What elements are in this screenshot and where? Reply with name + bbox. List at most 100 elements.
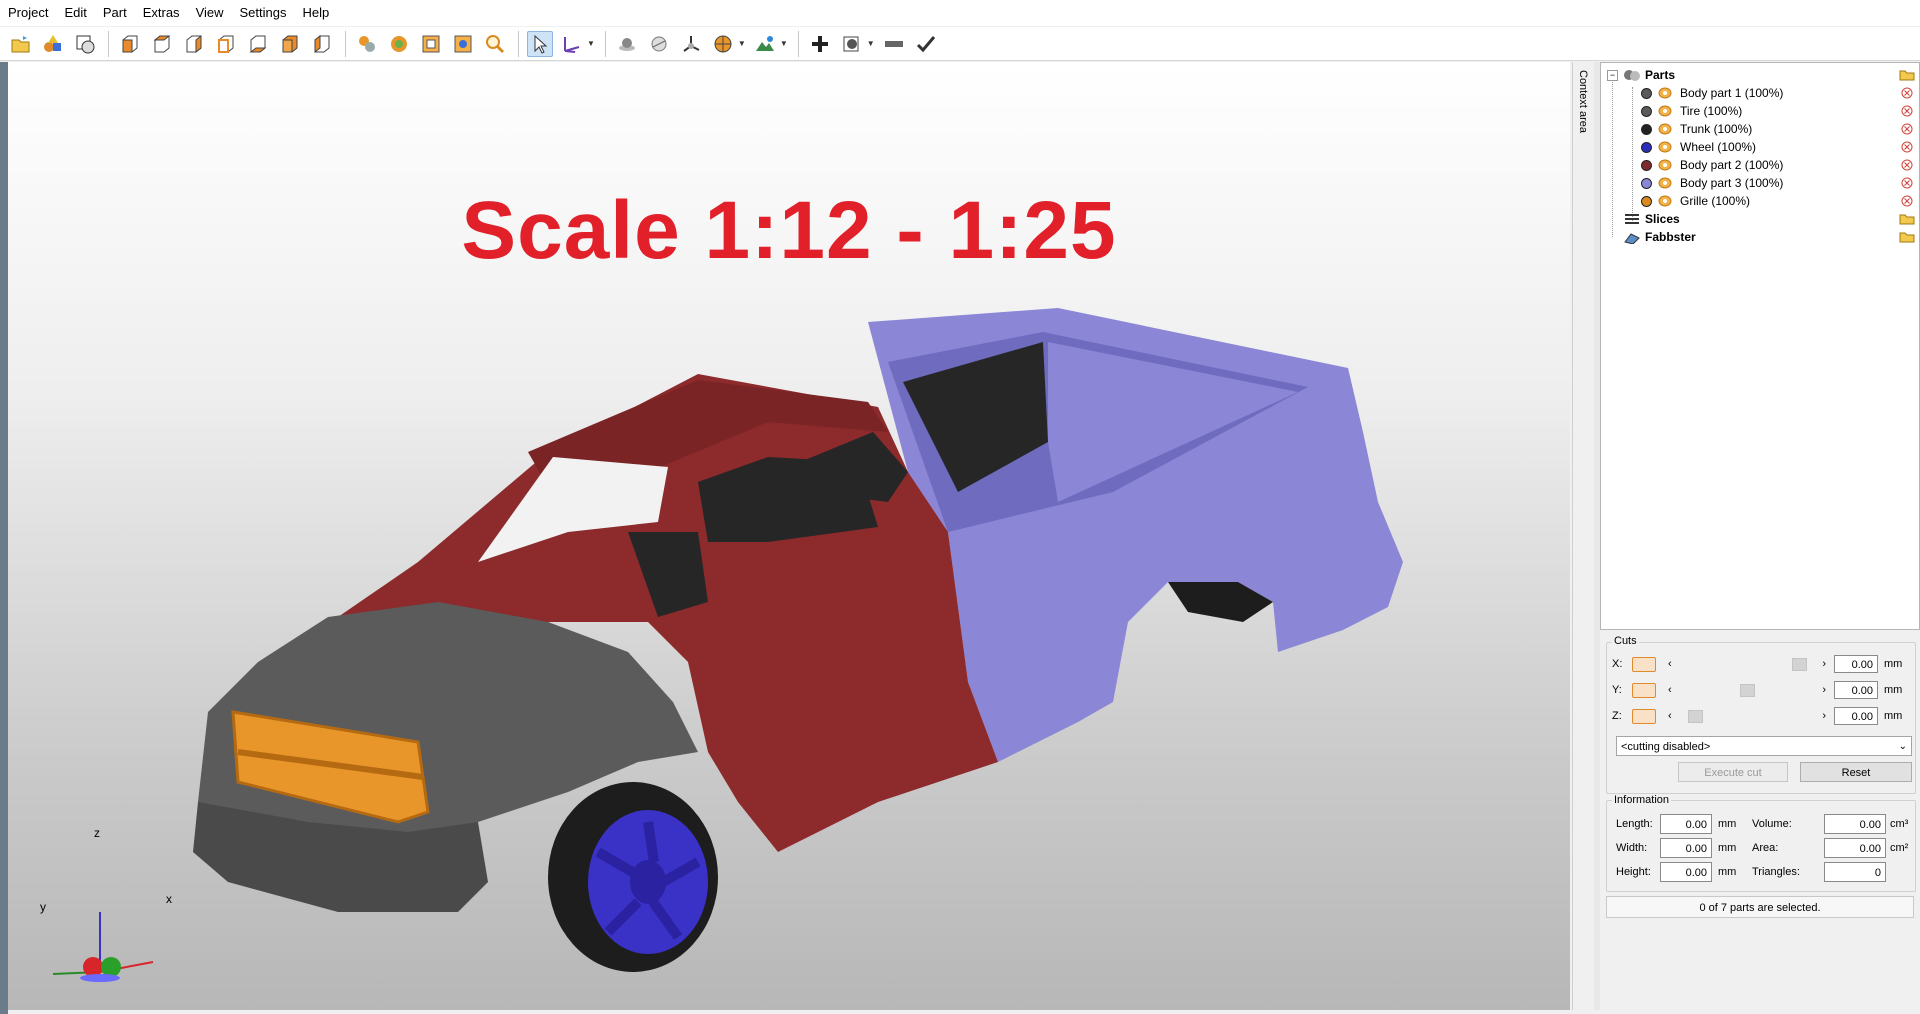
slider-thumb[interactable] <box>1792 658 1807 671</box>
material-icon[interactable] <box>354 31 380 57</box>
view-back-icon[interactable] <box>149 31 175 57</box>
transform-icon[interactable] <box>450 31 476 57</box>
folder-open-icon[interactable] <box>1899 213 1915 225</box>
chevron-down-icon[interactable]: ▼ <box>587 39 595 48</box>
part-color-swatch[interactable] <box>1641 105 1652 117</box>
menu-project[interactable]: Project <box>0 0 56 26</box>
folder-open-icon[interactable] <box>1899 231 1915 243</box>
chevron-down-icon[interactable]: ▼ <box>780 39 788 48</box>
eye-icon[interactable] <box>1658 159 1672 171</box>
add-shapes-icon[interactable] <box>40 31 66 57</box>
slider-right-arrow[interactable]: › <box>1822 658 1826 670</box>
width-field[interactable]: 0.00 <box>1660 838 1712 858</box>
tree-part-item[interactable]: Tire (100%) <box>1641 102 1919 120</box>
3d-viewport[interactable]: Scale 1:12 - 1:25 z x y <box>8 62 1570 1010</box>
remove-icon[interactable] <box>1901 87 1913 99</box>
tree-part-item[interactable]: Body part 2 (100%) <box>1641 156 1919 174</box>
cut-value-field[interactable]: 0.00 <box>1834 681 1878 699</box>
zoom-icon[interactable] <box>482 31 508 57</box>
shading-icon[interactable] <box>646 31 672 57</box>
menu-edit[interactable]: Edit <box>56 0 94 26</box>
length-field[interactable]: 0.00 <box>1660 814 1712 834</box>
remove-icon[interactable] <box>1901 123 1913 135</box>
remove-icon[interactable] <box>1901 105 1913 117</box>
part-color-swatch[interactable] <box>1641 195 1652 207</box>
eye-icon[interactable] <box>1658 87 1672 99</box>
select-icon[interactable] <box>527 30 553 57</box>
cut-value-field[interactable]: 0.00 <box>1834 707 1878 725</box>
cut-slider[interactable]: ‹ › <box>1668 682 1826 698</box>
tree-part-item[interactable]: Body part 3 (100%) <box>1641 174 1919 192</box>
sphere-icon[interactable] <box>614 31 640 57</box>
add-icon[interactable] <box>807 31 833 57</box>
terrain-icon[interactable] <box>752 31 778 57</box>
axes-icon[interactable] <box>678 31 704 57</box>
tree-node-slices[interactable]: Slices <box>1623 210 1919 228</box>
check-icon[interactable] <box>913 31 939 57</box>
slider-thumb[interactable] <box>1740 684 1755 697</box>
slider-right-arrow[interactable]: › <box>1822 710 1826 722</box>
view-iso-icon[interactable] <box>309 31 335 57</box>
measure-icon[interactable] <box>559 31 585 57</box>
chevron-down-icon[interactable]: ▼ <box>867 39 875 48</box>
context-area-tab[interactable]: Context area <box>1572 62 1595 1010</box>
area-field[interactable]: 0.00 <box>1824 838 1886 858</box>
fit-icon[interactable] <box>418 31 444 57</box>
height-field[interactable]: 0.00 <box>1660 862 1712 882</box>
chevron-down-icon[interactable]: ▼ <box>738 39 746 48</box>
tree-node-parts[interactable]: − Parts <box>1607 66 1919 84</box>
remove-icon[interactable] <box>1901 177 1913 189</box>
eye-icon[interactable] <box>1658 177 1672 189</box>
copy-view-icon[interactable] <box>72 31 98 57</box>
view-front-icon[interactable] <box>117 31 143 57</box>
section-icon[interactable] <box>710 31 736 57</box>
eye-icon[interactable] <box>1658 141 1672 153</box>
part-color-swatch[interactable] <box>1641 141 1652 153</box>
tree-part-item[interactable]: Trunk (100%) <box>1641 120 1919 138</box>
remove-icon[interactable] <box>1901 159 1913 171</box>
menu-view[interactable]: View <box>188 0 232 26</box>
remove-icon[interactable] <box>1901 141 1913 153</box>
collapse-icon[interactable]: − <box>1607 69 1618 81</box>
triangles-field[interactable]: 0 <box>1824 862 1886 882</box>
cut-plane-color[interactable] <box>1632 682 1656 698</box>
view-right-icon[interactable] <box>213 31 239 57</box>
cutting-mode-select[interactable]: <cutting disabled> ⌄ <box>1616 736 1912 756</box>
truck-model[interactable] <box>8 62 1570 1010</box>
menu-help[interactable]: Help <box>295 0 338 26</box>
remove-icon[interactable] <box>1901 195 1913 207</box>
open-icon[interactable] <box>8 31 34 57</box>
execute-cut-button[interactable]: Execute cut <box>1678 762 1788 782</box>
menu-settings[interactable]: Settings <box>232 0 295 26</box>
slider-left-arrow[interactable]: ‹ <box>1668 658 1672 670</box>
folder-open-icon[interactable] <box>1899 69 1915 81</box>
part-color-swatch[interactable] <box>1641 123 1652 135</box>
part-color-swatch[interactable] <box>1641 159 1652 171</box>
cut-plane-color[interactable] <box>1632 656 1656 672</box>
view-bottom-icon[interactable] <box>277 31 303 57</box>
cut-plane-color[interactable] <box>1632 708 1656 724</box>
view-left-icon[interactable] <box>181 31 207 57</box>
volume-field[interactable]: 0.00 <box>1824 814 1886 834</box>
cut-slider[interactable]: ‹ › <box>1668 708 1826 724</box>
cut-value-field[interactable]: 0.00 <box>1834 655 1878 673</box>
color-icon[interactable] <box>386 31 412 57</box>
cut-slider[interactable]: ‹ › <box>1668 656 1826 672</box>
menu-part[interactable]: Part <box>95 0 135 26</box>
slider-thumb[interactable] <box>1688 710 1703 723</box>
eye-icon[interactable] <box>1658 195 1672 207</box>
tree-part-item[interactable]: Wheel (100%) <box>1641 138 1919 156</box>
ruler-icon[interactable] <box>881 31 907 57</box>
slider-right-arrow[interactable]: › <box>1822 684 1826 696</box>
slider-left-arrow[interactable]: ‹ <box>1668 684 1672 696</box>
reset-button[interactable]: Reset <box>1800 762 1912 782</box>
view-top-icon[interactable] <box>245 31 271 57</box>
tree-node-fabbster[interactable]: Fabbster <box>1623 228 1919 246</box>
slider-left-arrow[interactable]: ‹ <box>1668 710 1672 722</box>
eye-icon[interactable] <box>1658 123 1672 135</box>
tree-part-item[interactable]: Body part 1 (100%) <box>1641 84 1919 102</box>
part-color-swatch[interactable] <box>1641 87 1652 99</box>
eye-icon[interactable] <box>1658 105 1672 117</box>
menu-extras[interactable]: Extras <box>135 0 188 26</box>
options-icon[interactable] <box>839 31 865 57</box>
